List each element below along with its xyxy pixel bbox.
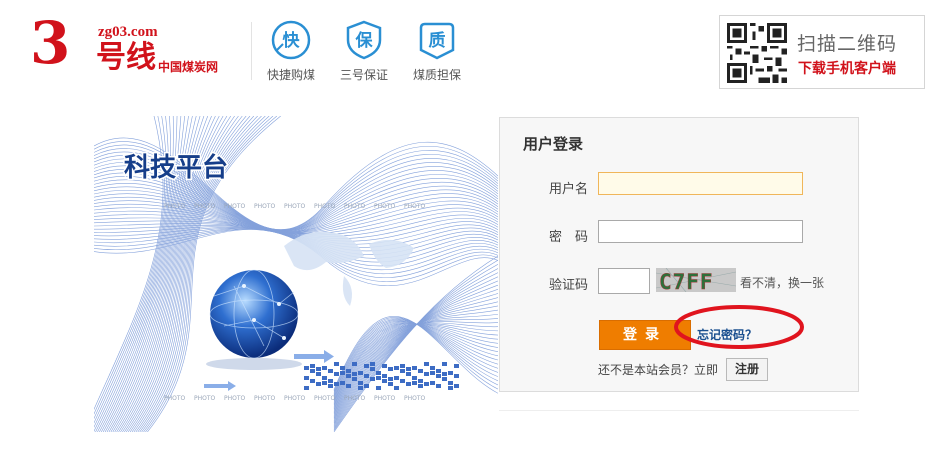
svg-text:快: 快 — [283, 30, 301, 51]
svg-text:PHOTO: PHOTO — [254, 395, 276, 402]
password-input[interactable] — [598, 220, 803, 243]
logo-subtitle: 中国煤炭网 — [158, 60, 219, 74]
captcha-image[interactable]: C7FF — [655, 267, 737, 294]
promo-banner: PHOTO PHOTO PHOTO PHOTO PHOTO PHOTO PHOTO PHOTO… — [94, 116, 498, 432]
login-panel: 用户登录 用户名 密 码 验证码 C7FF 看不清，换一张 登录 忘记密码？ 还… — [499, 117, 859, 392]
svg-text:PHOTO: PHOTO — [224, 395, 246, 402]
svg-text:PHOTO: PHOTO — [314, 203, 336, 210]
svg-text:PHOTO: PHOTO — [284, 395, 306, 402]
site-logo[interactable]: 3 zg03.com 号线 中国煤炭网 — [0, 0, 240, 100]
feature-quality: 质 煤质担保 — [402, 20, 472, 83]
svg-text:C7FF: C7FF — [659, 270, 714, 292]
panel-bottom-line — [499, 410, 859, 411]
svg-text:PHOTO: PHOTO — [164, 395, 186, 402]
svg-text:PHOTO: PHOTO — [374, 203, 396, 210]
login-title: 用户登录 — [523, 135, 584, 153]
svg-text:PHOTO: PHOTO — [344, 395, 366, 402]
captcha-input[interactable] — [598, 268, 650, 294]
app-download-box[interactable]: 扫描二维码 下载手机客户端 — [719, 15, 925, 89]
password-label: 密 码 — [548, 230, 588, 245]
feature-label: 快捷购煤 — [266, 68, 315, 82]
svg-text:PHOTO: PHOTO — [404, 395, 426, 402]
svg-text:保: 保 — [355, 30, 374, 51]
shield-badge-icon: 保 — [344, 20, 384, 60]
svg-text:PHOTO: PHOTO — [224, 203, 246, 210]
svg-text:质: 质 — [429, 31, 446, 51]
qr-caption: 扫描二维码 — [797, 33, 898, 55]
username-input[interactable] — [598, 172, 803, 195]
logo-number: 3 — [30, 9, 71, 77]
feature-quick-purchase: 快 快捷购煤 — [256, 20, 326, 83]
feature-guarantee: 保 三号保证 — [329, 20, 399, 83]
highlight-circle — [674, 305, 804, 349]
svg-text:PHOTO: PHOTO — [344, 203, 366, 210]
svg-text:PHOTO: PHOTO — [404, 203, 426, 210]
username-label: 用户名 — [548, 182, 588, 197]
captcha-label: 验证码 — [548, 278, 588, 293]
register-button[interactable]: 注册 — [726, 358, 768, 381]
qr-code-icon — [727, 23, 787, 83]
svg-text:PHOTO: PHOTO — [164, 203, 186, 210]
quality-badge-icon: 质 — [417, 20, 457, 60]
logo-domain: zg03.com — [98, 24, 158, 40]
banner-title: 科技平台 — [124, 152, 228, 183]
svg-text:PHOTO: PHOTO — [194, 203, 216, 210]
svg-text:PHOTO: PHOTO — [194, 395, 216, 402]
feature-label: 三号保证 — [339, 68, 388, 82]
header-divider — [251, 22, 252, 80]
banner-illustration: PHOTO PHOTO PHOTO PHOTO PHOTO PHOTO PHOTO PHOTO… — [94, 116, 498, 432]
globe-graphic — [206, 269, 302, 370]
svg-text:PHOTO: PHOTO — [314, 395, 336, 402]
captcha-refresh-link[interactable]: 看不清，换一张 — [740, 274, 824, 291]
register-prompt: 还不是本站会员？立即 — [598, 363, 719, 377]
quick-badge-icon: 快 — [271, 20, 311, 60]
svg-text:PHOTO: PHOTO — [374, 395, 396, 402]
svg-text:PHOTO: PHOTO — [284, 203, 306, 210]
qr-download-text: 下载手机客户端 — [798, 61, 896, 77]
feature-label: 煤质担保 — [412, 68, 461, 82]
svg-text:PHOTO: PHOTO — [254, 203, 276, 210]
logo-name: 号线 — [96, 40, 156, 75]
